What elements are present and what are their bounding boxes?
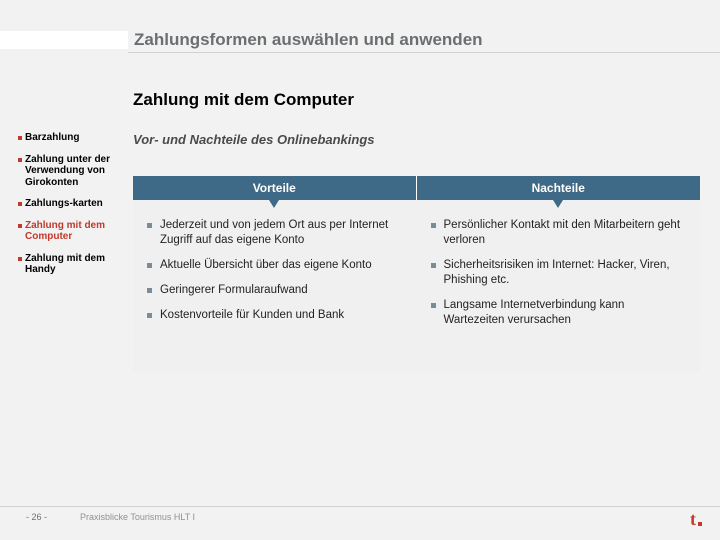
sidebar-item-zahlungskarten: Zahlungs-karten [18, 198, 114, 210]
list-item: Kostenvorteile für Kunden und Bank [147, 308, 405, 323]
square-bullet-icon [147, 223, 152, 228]
list-item-text: Persönlicher Kontakt mit den Mitarbeiter… [444, 218, 689, 248]
list-item: Persönlicher Kontakt mit den Mitarbeiter… [431, 218, 689, 248]
column-header-advantages: Vorteile [133, 176, 417, 200]
bullet-icon [18, 224, 22, 228]
title-divider [128, 52, 720, 53]
sidebar-item-label: Zahlungs-karten [25, 198, 103, 210]
list-item-text: Kostenvorteile für Kunden und Bank [160, 308, 344, 323]
sidebar-item-label: Zahlung mit dem Computer [25, 220, 114, 243]
sidebar-item-barzahlung: Barzahlung [18, 132, 114, 144]
list-item-text: Geringerer Formularaufwand [160, 283, 308, 298]
sidebar-item-handy: Zahlung mit dem Handy [18, 253, 114, 276]
logo-dot-icon [698, 522, 702, 526]
advantages-list: Jederzeit und von jedem Ort aus per Inte… [147, 218, 405, 323]
bullet-icon [18, 136, 22, 140]
column-advantages: Vorteile Jederzeit und von jedem Ort aus… [133, 176, 417, 372]
sidebar-item-label: Zahlung mit dem Handy [25, 253, 114, 276]
bullet-icon [18, 158, 22, 162]
arrow-down-icon [553, 200, 563, 208]
sidebar-item-label: Zahlung unter der Verwendung von Girokon… [25, 154, 114, 189]
list-item: Langsame Internetverbindung kann Warteze… [431, 298, 689, 328]
column-body-advantages: Jederzeit und von jedem Ort aus per Inte… [133, 200, 417, 372]
footer: - 26 - Praxisblicke Tourismus HLT I t [0, 506, 720, 528]
footer-text: Praxisblicke Tourismus HLT I [80, 512, 195, 522]
sidebar: Barzahlung Zahlung unter der Verwendung … [18, 132, 114, 286]
list-item-text: Aktuelle Übersicht über das eigene Konto [160, 258, 372, 273]
column-body-disadvantages: Persönlicher Kontakt mit den Mitarbeiter… [417, 200, 701, 372]
column-disadvantages: Nachteile Persönlicher Kontakt mit den M… [417, 176, 701, 372]
slide-subtitle: Zahlung mit dem Computer [133, 90, 354, 110]
column-header-label: Nachteile [532, 181, 585, 195]
footer-divider [0, 506, 720, 507]
column-header-label: Vorteile [253, 181, 296, 195]
arrow-down-icon [269, 200, 279, 208]
square-bullet-icon [147, 313, 152, 318]
list-item-text: Jederzeit und von jedem Ort aus per Inte… [160, 218, 405, 248]
bullet-icon [18, 257, 22, 261]
slide-title: Zahlungsformen auswählen und anwenden [134, 30, 483, 50]
square-bullet-icon [147, 288, 152, 293]
square-bullet-icon [431, 263, 436, 268]
square-bullet-icon [431, 303, 436, 308]
sidebar-item-girokonten: Zahlung unter der Verwendung von Girokon… [18, 154, 114, 189]
list-item-text: Langsame Internetverbindung kann Warteze… [444, 298, 689, 328]
list-item-text: Sicherheitsrisiken im Internet: Hacker, … [444, 258, 689, 288]
list-item: Jederzeit und von jedem Ort aus per Inte… [147, 218, 405, 248]
columns: Vorteile Jederzeit und von jedem Ort aus… [133, 176, 700, 372]
list-item: Sicherheitsrisiken im Internet: Hacker, … [431, 258, 689, 288]
square-bullet-icon [147, 263, 152, 268]
square-bullet-icon [431, 223, 436, 228]
column-header-disadvantages: Nachteile [417, 176, 701, 200]
disadvantages-list: Persönlicher Kontakt mit den Mitarbeiter… [431, 218, 689, 328]
list-item: Geringerer Formularaufwand [147, 283, 405, 298]
sidebar-item-computer: Zahlung mit dem Computer [18, 220, 114, 243]
content-heading: Vor- und Nachteile des Onlinebankings [133, 132, 375, 147]
list-item: Aktuelle Übersicht über das eigene Konto [147, 258, 405, 273]
logo-letter: t [690, 510, 696, 528]
page-number: - 26 - [26, 512, 47, 522]
brand-logo: t [690, 510, 702, 528]
bullet-icon [18, 202, 22, 206]
slide: Zahlungsformen auswählen und anwenden Za… [0, 0, 720, 540]
title-lead-block [0, 31, 128, 49]
sidebar-item-label: Barzahlung [25, 132, 79, 144]
